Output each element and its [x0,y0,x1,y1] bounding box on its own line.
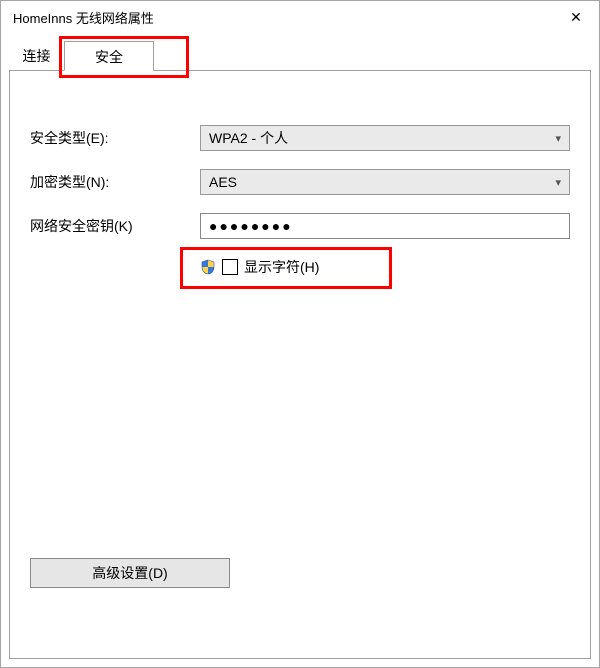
window-title: HomeInns 无线网络属性 [13,8,154,27]
close-button[interactable]: ✕ [553,1,599,33]
label-security-type: 安全类型(E): [30,128,200,148]
combo-security-type[interactable]: WPA2 - 个人 ▾ [200,125,570,151]
row-encryption-type: 加密类型(N): AES ▾ [30,169,570,195]
combo-encryption-type[interactable]: AES ▾ [200,169,570,195]
advanced-settings-button[interactable]: 高级设置(D) [30,558,230,588]
input-network-key-value: ●●●●●●●● [209,218,293,234]
combo-encryption-type-value: AES [209,174,237,190]
window-root: HomeInns 无线网络属性 ✕ 连接 安全 安全类型(E): WPA2 - … [0,0,600,668]
label-encryption-type: 加密类型(N): [30,172,200,192]
client-area: 连接 安全 安全类型(E): WPA2 - 个人 ▾ 加密类型(N): AES … [9,41,591,659]
titlebar: HomeInns 无线网络属性 ✕ [1,1,599,33]
tab-security[interactable]: 安全 [64,41,154,71]
row-show-characters: 显示字符(H) [200,257,570,277]
tab-security-label: 安全 [95,49,123,65]
combo-security-type-value: WPA2 - 个人 [209,128,288,148]
input-network-key[interactable]: ●●●●●●●● [200,213,570,239]
row-network-key: 网络安全密钥(K) ●●●●●●●● [30,213,570,239]
tab-strip: 连接 安全 [9,41,591,71]
tab-page-security: 安全类型(E): WPA2 - 个人 ▾ 加密类型(N): AES ▾ 网络安全… [9,70,591,659]
tab-connection[interactable]: 连接 [9,41,64,71]
uac-shield-icon [200,259,216,275]
label-show-characters: 显示字符(H) [244,257,319,277]
row-security-type: 安全类型(E): WPA2 - 个人 ▾ [30,125,570,151]
close-icon: ✕ [570,9,582,26]
chevron-down-icon: ▾ [555,132,561,145]
advanced-settings-label: 高级设置(D) [92,563,167,583]
chevron-down-icon: ▾ [555,176,561,189]
tab-connection-label: 连接 [23,48,51,64]
checkbox-show-characters[interactable] [222,259,238,275]
label-network-key: 网络安全密钥(K) [30,216,200,236]
